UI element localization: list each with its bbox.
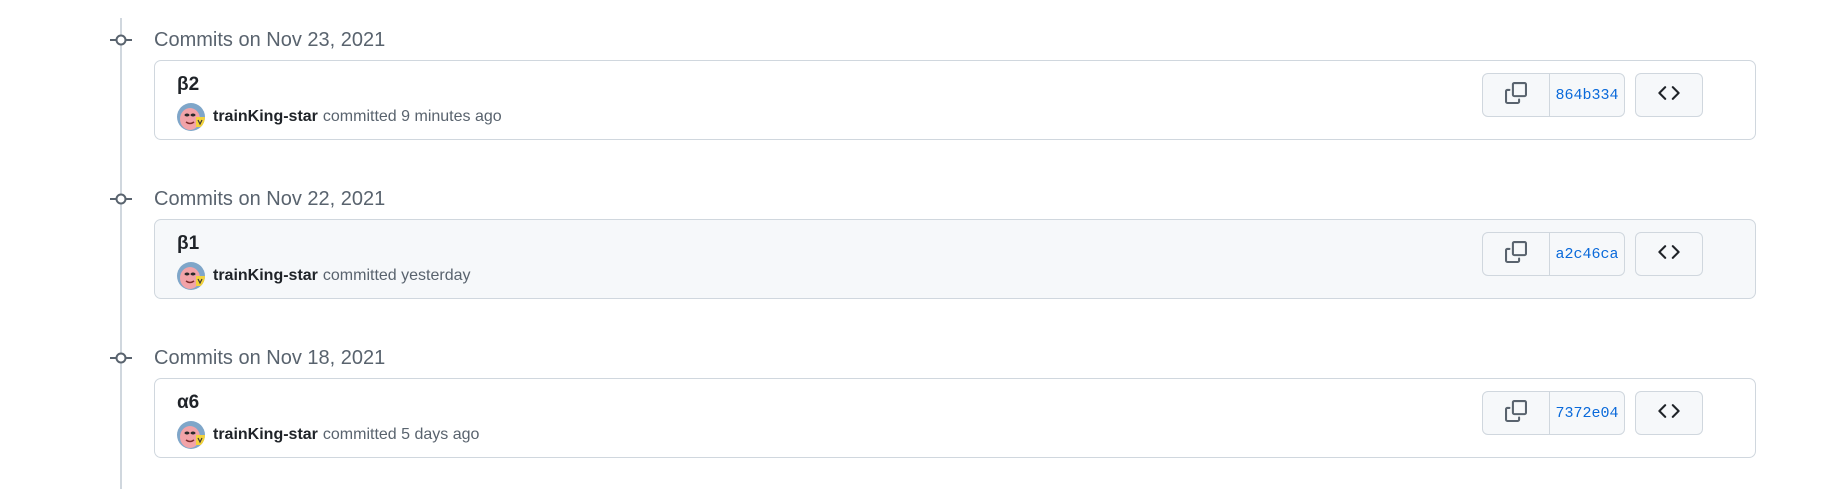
git-commit-icon xyxy=(110,351,132,365)
copy-sha-button[interactable] xyxy=(1483,74,1550,116)
commit-title-link[interactable]: β1 xyxy=(177,233,199,255)
commit-row: β1 trainKing-star committed yesterday a2… xyxy=(154,219,1756,299)
commit-sha-link[interactable]: 7372e04 xyxy=(1550,392,1624,434)
commit-group-date: Commits on Nov 23, 2021 xyxy=(154,29,386,51)
commit-group-header: Commits on Nov 18, 2021 xyxy=(0,343,800,373)
commit-sha-button-group: a2c46ca xyxy=(1482,232,1625,276)
commit-author-link[interactable]: trainKing-star xyxy=(213,267,318,285)
commit-row: β2 trainKing-star committed 9 minutes ag… xyxy=(154,60,1756,140)
copy-sha-button[interactable] xyxy=(1483,233,1550,275)
code-icon xyxy=(1658,82,1680,109)
commit-sha-button-group: 7372e04 xyxy=(1482,391,1625,435)
browse-repo-at-commit-button[interactable] xyxy=(1635,73,1703,117)
code-icon xyxy=(1658,241,1680,268)
commit-sha-link[interactable]: a2c46ca xyxy=(1550,233,1624,275)
timeline-line xyxy=(120,18,122,489)
copy-icon xyxy=(1505,240,1527,268)
commit-group-header: Commits on Nov 22, 2021 xyxy=(0,184,800,214)
avatar[interactable] xyxy=(177,262,205,290)
commit-meta: trainKing-star committed 5 days ago xyxy=(177,421,479,449)
commit-group-date: Commits on Nov 18, 2021 xyxy=(154,347,386,369)
browse-repo-at-commit-button[interactable] xyxy=(1635,391,1703,435)
commit-meta: trainKing-star committed 9 minutes ago xyxy=(177,103,502,131)
commit-title-link[interactable]: α6 xyxy=(177,392,199,414)
copy-icon xyxy=(1505,399,1527,427)
browse-repo-at-commit-button[interactable] xyxy=(1635,232,1703,276)
commit-author-link[interactable]: trainKing-star xyxy=(213,108,318,126)
commit-timeline: Commits on Nov 23, 2021 β2 trainKing-sta… xyxy=(0,0,1825,489)
avatar[interactable] xyxy=(177,103,205,131)
commit-author-link[interactable]: trainKing-star xyxy=(213,426,318,444)
avatar[interactable] xyxy=(177,421,205,449)
code-icon xyxy=(1658,400,1680,427)
commit-timestamp: committed yesterday xyxy=(322,267,471,284)
copy-icon xyxy=(1505,81,1527,109)
commit-group-header: Commits on Nov 23, 2021 xyxy=(0,25,800,55)
commit-meta: trainKing-star committed yesterday xyxy=(177,262,471,290)
commit-title-link[interactable]: β2 xyxy=(177,74,199,96)
commit-sha-link[interactable]: 864b334 xyxy=(1550,74,1624,116)
commit-timestamp: committed 5 days ago xyxy=(322,426,480,443)
git-commit-icon xyxy=(110,33,132,47)
commit-group-date: Commits on Nov 22, 2021 xyxy=(154,188,386,210)
copy-sha-button[interactable] xyxy=(1483,392,1550,434)
commit-row: α6 trainKing-star committed 5 days ago 7… xyxy=(154,378,1756,458)
git-commit-icon xyxy=(110,192,132,206)
commit-timestamp: committed 9 minutes ago xyxy=(322,108,502,125)
commit-sha-button-group: 864b334 xyxy=(1482,73,1625,117)
